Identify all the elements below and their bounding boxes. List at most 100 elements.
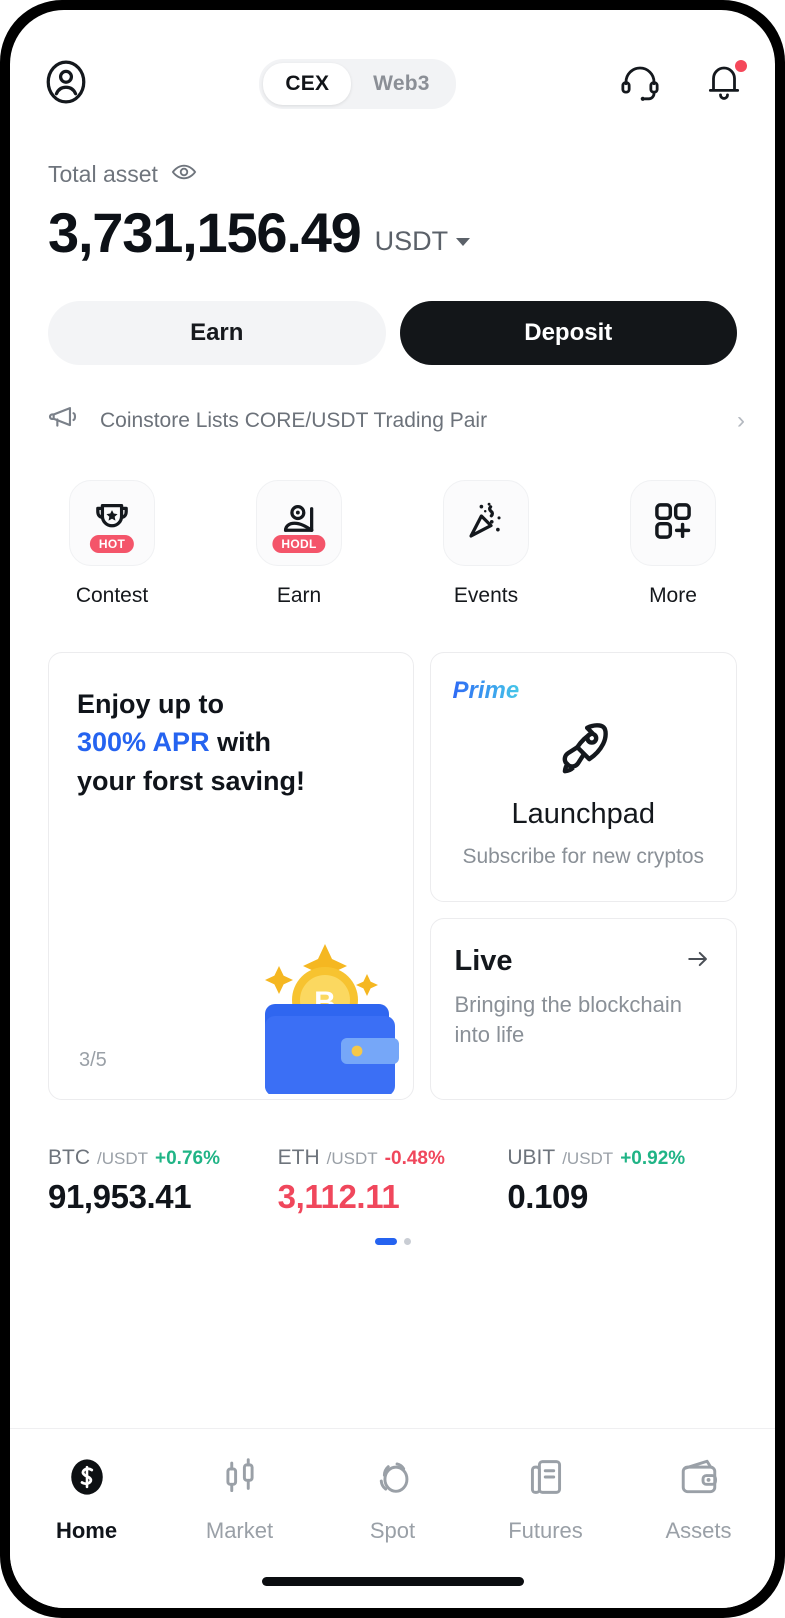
currency-selector[interactable]: USDT: [375, 226, 471, 261]
live-title: Live: [454, 944, 513, 977]
tab-web3[interactable]: Web3: [351, 63, 451, 105]
live-subtitle: Bringing the blockchain into life: [454, 991, 682, 1047]
quick-entry-label: Events: [453, 584, 519, 607]
live-card-header: Live: [455, 945, 713, 978]
chevron-down-icon: [456, 237, 471, 246]
launchpad-title: Launchpad: [511, 798, 656, 830]
document-icon: [524, 1455, 568, 1504]
balance-section: Total asset 3,731,156.49 USDT: [10, 120, 775, 261]
contest-tile[interactable]: HOT: [69, 480, 155, 566]
right-cards-column: Prime Launchpad Subscribe for new crypto…: [429, 652, 737, 1100]
ticker-price: 3,112.11: [277, 1178, 400, 1215]
announcement-bar[interactable]: Coinstore Lists CORE/USDT Trading Pair ›: [10, 365, 775, 440]
counter-current: 3: [79, 1049, 91, 1071]
ticker-quote: /USDT: [97, 1149, 148, 1168]
savings-promo-card[interactable]: Enjoy up to 300% APR with your forst sav…: [48, 652, 414, 1100]
eye-icon[interactable]: [170, 158, 198, 191]
wallet-bitcoin-illustration: B: [207, 904, 407, 1099]
earn-hodl-badge: HODL: [272, 535, 326, 553]
promo-highlight: 300% APR: [77, 727, 210, 758]
deposit-button[interactable]: Deposit: [399, 301, 737, 365]
nav-label: Market: [205, 1518, 274, 1543]
quick-entry-label: Earn: [276, 584, 322, 607]
ticker-base: ETH: [277, 1146, 320, 1169]
quick-entry-contest[interactable]: HOT Contest: [62, 480, 162, 608]
quick-entry-earn[interactable]: HODL Earn: [249, 480, 349, 608]
carousel-pagination[interactable]: [10, 1238, 775, 1245]
total-asset-amount: 3,731,156.49: [48, 201, 362, 264]
nav-item-assets[interactable]: Assets: [639, 1455, 759, 1544]
prime-badge: Prime: [452, 677, 520, 704]
coinstore-logo-icon: [65, 1455, 109, 1504]
headset-icon: [619, 61, 661, 108]
earn-tile[interactable]: HODL: [256, 480, 342, 566]
amount-row: 3,731,156.49 USDT: [48, 205, 737, 261]
quick-entry-more[interactable]: More: [623, 480, 723, 608]
carousel-dot[interactable]: [403, 1238, 411, 1245]
ticker-pair: BTC /USDT +0.76%: [48, 1146, 278, 1170]
nav-item-home[interactable]: Home: [27, 1455, 147, 1544]
arrow-right-icon[interactable]: [684, 945, 712, 978]
quick-entry-events[interactable]: Events: [436, 480, 536, 608]
party-popper-icon: [463, 498, 509, 549]
ticker-base: BTC: [48, 1146, 90, 1169]
carousel-dot-active[interactable]: [374, 1238, 397, 1245]
promo-counter: 3/5: [79, 1045, 107, 1073]
user-circle-icon: [40, 56, 92, 113]
nav-label: Home: [55, 1518, 118, 1543]
ticker-eth[interactable]: ETH /USDT -0.48% 3,112.11: [278, 1146, 508, 1216]
ticker-btc[interactable]: BTC /USDT +0.76% 91,953.41: [48, 1146, 278, 1216]
nav-item-spot[interactable]: Spot: [333, 1455, 453, 1544]
notification-badge-dot: [735, 59, 747, 72]
ticker-base: UBIT: [507, 1146, 556, 1169]
nav-label: Futures: [508, 1518, 583, 1543]
currency-label: USDT: [374, 226, 449, 256]
more-tile[interactable]: [630, 480, 716, 566]
home-indicator: [261, 1577, 524, 1586]
promo-line2-rest: with: [209, 727, 272, 758]
promo-cards: Enjoy up to 300% APR with your forst sav…: [10, 608, 775, 1100]
megaphone-icon: [48, 401, 82, 440]
ticker-price: 0.109: [507, 1178, 588, 1215]
live-card[interactable]: Live Bringing the blockchain into life: [429, 917, 737, 1100]
primary-actions: Earn Deposit: [10, 261, 775, 365]
launchpad-subtitle: Subscribe for new cryptos: [462, 845, 705, 868]
rocket-icon: [552, 717, 614, 784]
cex-web3-toggle[interactable]: CEX Web3: [259, 59, 456, 109]
ticker-change: -0.48%: [384, 1148, 445, 1169]
nav-item-market[interactable]: Market: [180, 1455, 300, 1544]
earn-button[interactable]: Earn: [48, 301, 386, 365]
nav-label: Spot: [369, 1518, 416, 1543]
ticker-quote: /USDT: [326, 1149, 378, 1168]
candlestick-icon: [218, 1455, 262, 1504]
wallet-icon: [677, 1455, 721, 1504]
events-tile[interactable]: [443, 480, 529, 566]
profile-button[interactable]: [40, 56, 96, 113]
promo-line3: your forst saving!: [77, 765, 306, 796]
app-screen: CEX Web3 Total asset 3,731,156.49 USDT E…: [10, 10, 775, 1608]
ticker-change: +0.76%: [155, 1148, 220, 1169]
contest-hot-badge: HOT: [89, 535, 135, 553]
quick-entry-label: More: [649, 584, 697, 607]
spot-swap-icon: [371, 1455, 415, 1504]
app-header: CEX Web3: [10, 10, 775, 120]
chevron-right-icon: ›: [737, 406, 745, 434]
quick-entry-label: Contest: [75, 584, 149, 607]
total-asset-label: Total asset: [48, 161, 158, 187]
notifications-button[interactable]: [703, 59, 747, 108]
quick-entries: HOT Contest HODL Earn Events More: [10, 440, 775, 608]
market-tickers: BTC /USDT +0.76% 91,953.41 ETH /USDT -0.…: [10, 1100, 775, 1216]
ticker-price: 91,953.41: [48, 1178, 192, 1215]
nav-item-futures[interactable]: Futures: [486, 1455, 606, 1544]
promo-line1: Enjoy up to: [77, 689, 224, 719]
ticker-ubit[interactable]: UBIT /USDT +0.92% 0.109: [507, 1146, 737, 1216]
support-button[interactable]: [619, 61, 661, 108]
total-asset-row: Total asset: [48, 158, 737, 191]
launchpad-card[interactable]: Prime Launchpad Subscribe for new crypto…: [429, 652, 737, 902]
ticker-pair: UBIT /USDT +0.92%: [507, 1146, 737, 1170]
ticker-pair: ETH /USDT -0.48%: [278, 1146, 508, 1170]
tab-cex[interactable]: CEX: [263, 63, 352, 105]
nav-label: Assets: [665, 1518, 732, 1543]
ticker-quote: /USDT: [562, 1149, 614, 1168]
counter-total: /5: [90, 1049, 107, 1071]
